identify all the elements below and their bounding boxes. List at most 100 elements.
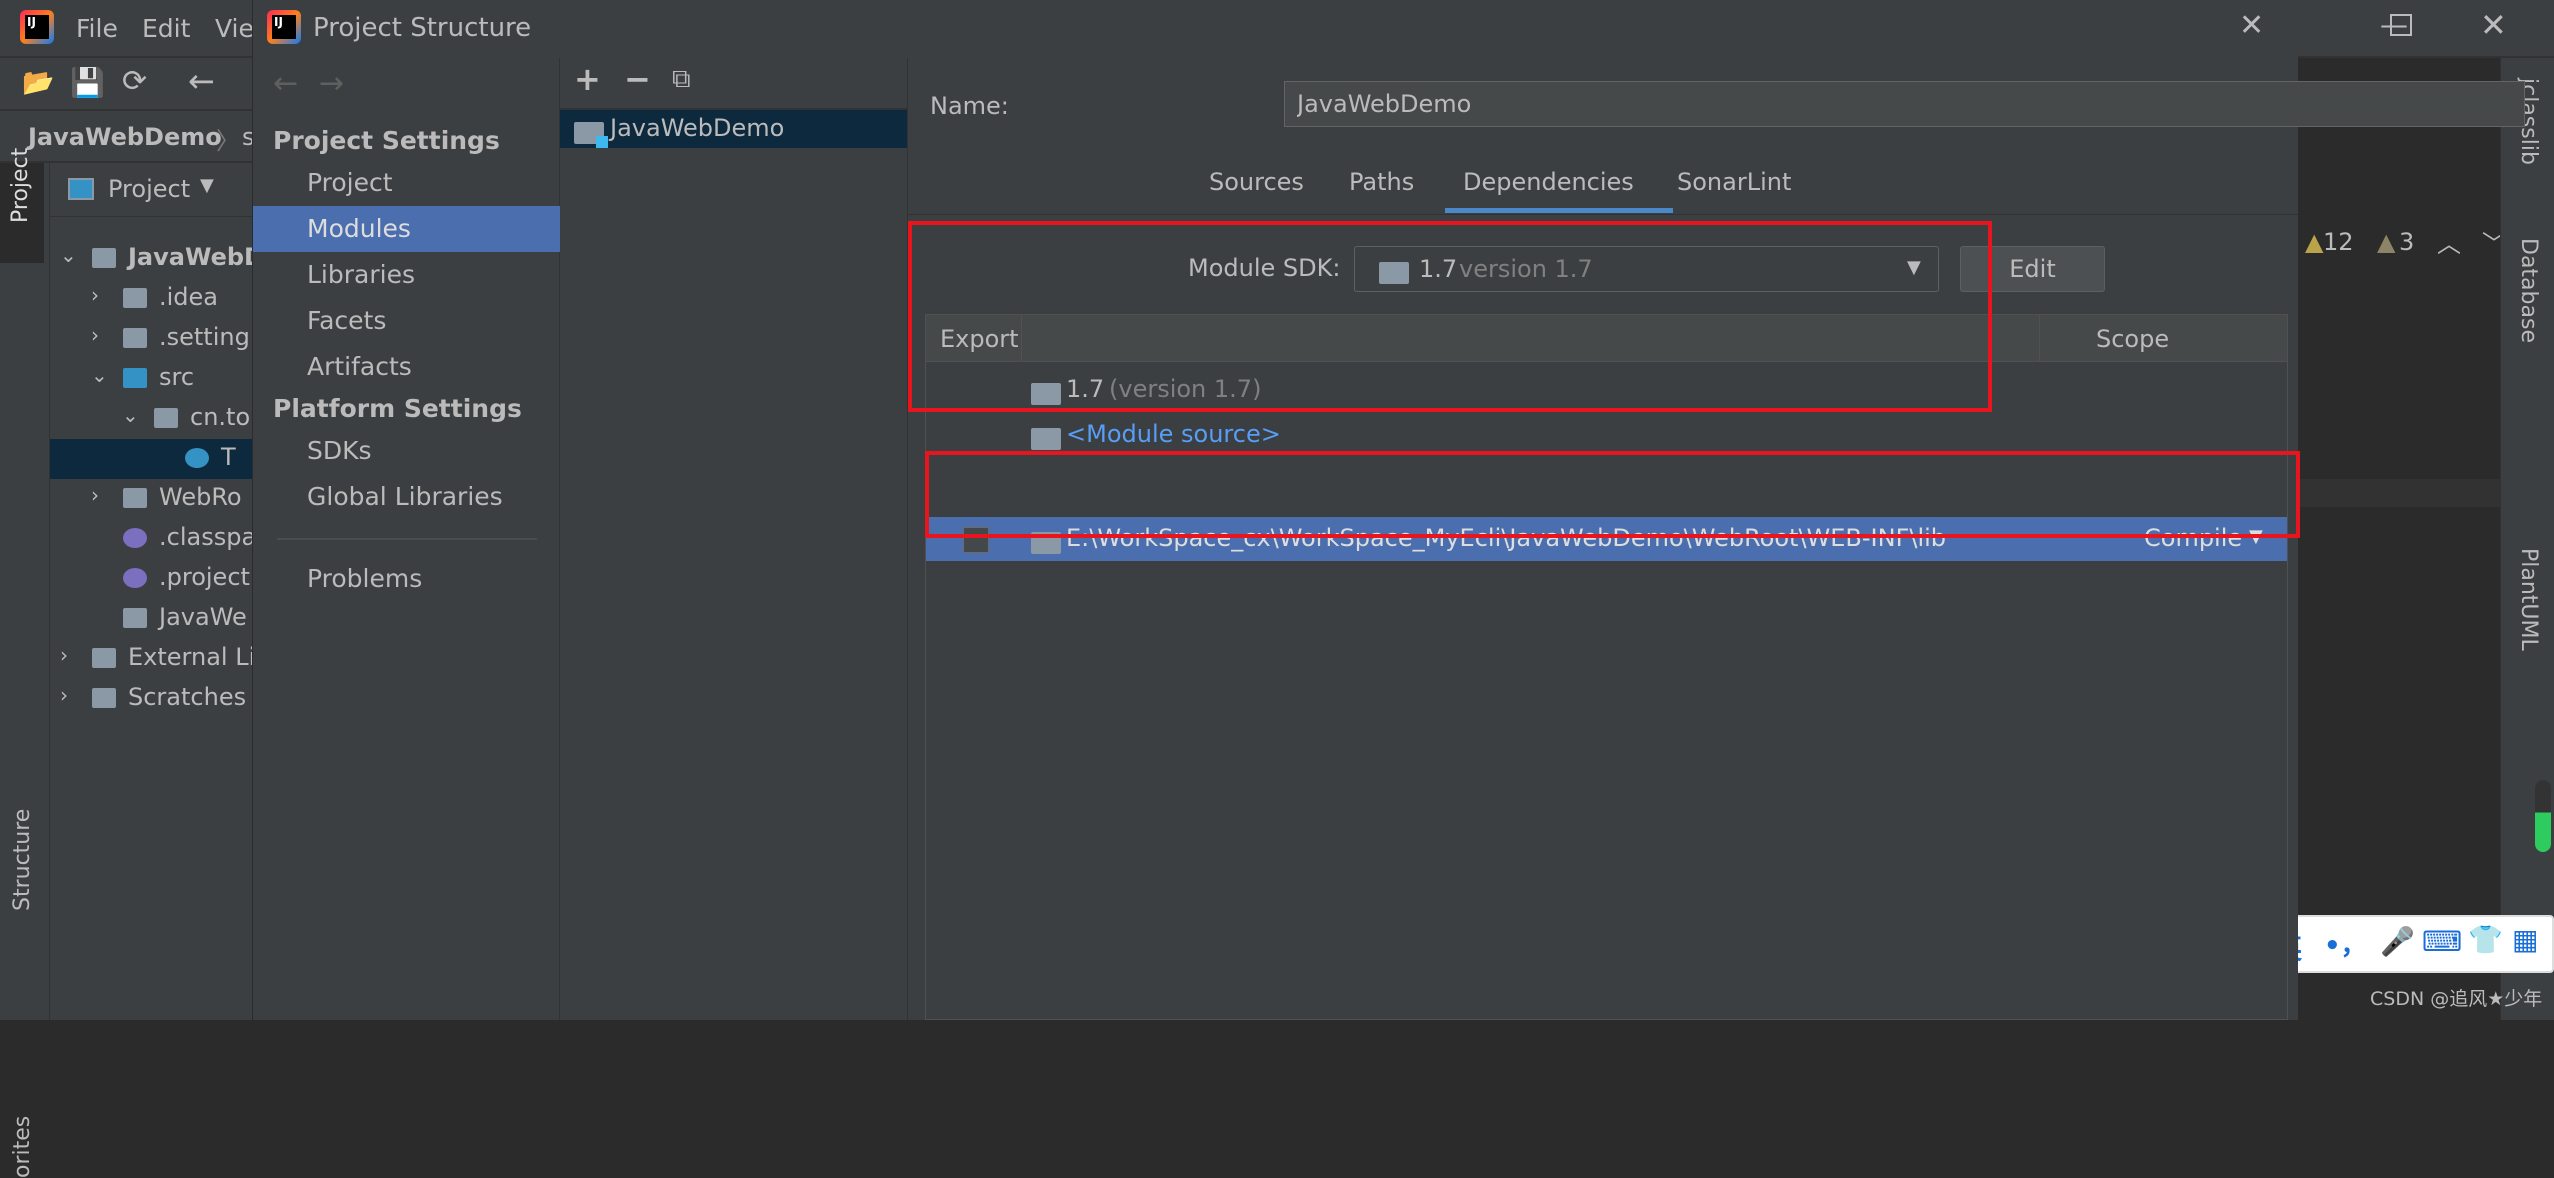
module-item[interactable]: JavaWebDemo bbox=[560, 110, 907, 148]
maximize-button[interactable] bbox=[2390, 14, 2412, 36]
tool-tab-database[interactable]: Database bbox=[2516, 238, 2541, 343]
module-settings: Name: Sources Paths Dependencies SonarLi… bbox=[908, 58, 2525, 1020]
tree-item[interactable]: ⌄ src bbox=[50, 359, 252, 399]
project-view-selector[interactable]: Project ▼ bbox=[50, 163, 252, 217]
tree-item-label: Scratches bbox=[128, 683, 247, 711]
source-folder-icon bbox=[1031, 428, 1061, 450]
tree-item[interactable]: .classpa bbox=[50, 519, 252, 559]
tree-item-label: .classpa bbox=[159, 523, 252, 551]
microphone-icon[interactable]: 🎤 bbox=[2380, 925, 2415, 958]
nav-item-project[interactable]: Project bbox=[253, 160, 560, 206]
chevron-right-icon[interactable]: › bbox=[60, 683, 68, 707]
nav-item-sdks[interactable]: SDKs bbox=[253, 428, 560, 474]
tab-sonarlint[interactable]: SonarLint bbox=[1677, 168, 1791, 196]
chevron-down-icon[interactable]: ⌄ bbox=[122, 403, 139, 427]
weak-warning-count[interactable]: 3 bbox=[2399, 228, 2414, 256]
tool-tab-project[interactable]: Project bbox=[8, 148, 33, 223]
tab-sources[interactable]: Sources bbox=[1209, 168, 1304, 196]
ime-punctuation[interactable]: •， bbox=[2324, 925, 2367, 962]
project-view-icon bbox=[68, 178, 94, 200]
module-name-input[interactable] bbox=[1284, 81, 2525, 127]
tree-item-label: WebRo bbox=[159, 483, 242, 511]
class-icon bbox=[185, 448, 209, 468]
tree-item[interactable]: T bbox=[50, 439, 252, 479]
src-icon bbox=[123, 368, 147, 388]
breadcrumb-project[interactable]: JavaWebDemo bbox=[28, 123, 222, 151]
column-scope[interactable]: Scope bbox=[2096, 325, 2169, 353]
tree-item[interactable]: › .idea bbox=[50, 279, 252, 319]
tree-item[interactable]: ⌄ JavaWebD bbox=[50, 239, 252, 279]
nav-forward-icon[interactable]: → bbox=[319, 66, 344, 101]
tool-tab-structure[interactable]: Structure bbox=[10, 809, 35, 911]
table-row[interactable]: <Module source> bbox=[926, 415, 2287, 455]
chevron-right-icon[interactable]: › bbox=[60, 643, 68, 667]
remove-module-icon[interactable]: − bbox=[624, 60, 651, 98]
right-tool-strip: jclasslib Database PlantUML bbox=[2500, 58, 2554, 1020]
eclipse-icon bbox=[123, 568, 147, 588]
open-icon[interactable]: 📂 bbox=[22, 68, 54, 98]
nav-item-modules[interactable]: Modules bbox=[253, 206, 560, 252]
nav-item-libraries[interactable]: Libraries bbox=[253, 252, 560, 298]
modules-pane: + − ⧉ JavaWebDemo bbox=[560, 58, 908, 1020]
menu-file[interactable]: File bbox=[76, 14, 118, 43]
chevron-down-icon[interactable]: ⌄ bbox=[60, 243, 77, 267]
keyboard-icon[interactable]: ⌨ bbox=[2422, 925, 2462, 958]
tree-item[interactable]: › WebRo bbox=[50, 479, 252, 519]
nav-item-problems[interactable]: Problems bbox=[253, 556, 560, 602]
nav-heading-project-settings: Project Settings bbox=[273, 126, 500, 155]
warning-icon: ▲ bbox=[2305, 228, 2324, 256]
add-module-icon[interactable]: + bbox=[574, 60, 601, 98]
tab-paths[interactable]: Paths bbox=[1349, 168, 1414, 196]
caret-line bbox=[2297, 479, 2528, 507]
tool-tab-favorites[interactable]: orites bbox=[10, 1116, 35, 1178]
tab-dependencies[interactable]: Dependencies bbox=[1463, 168, 1634, 196]
toolbox-icon[interactable]: ▦ bbox=[2512, 923, 2538, 956]
tool-tab-plantuml[interactable]: PlantUML bbox=[2516, 548, 2541, 651]
folder-icon bbox=[123, 328, 147, 348]
module-name: JavaWebDemo bbox=[610, 114, 785, 142]
library-icon bbox=[92, 648, 116, 668]
eclipse-icon bbox=[123, 528, 147, 548]
copy-module-icon[interactable]: ⧉ bbox=[672, 64, 691, 95]
annotation-box-library bbox=[925, 451, 2300, 538]
tree-item-label: src bbox=[159, 363, 195, 391]
memory-indicator bbox=[2535, 780, 2551, 852]
project-tool-window: Project ▼ ⌄ JavaWebD › .idea › .setting ⌄ s… bbox=[50, 163, 252, 1020]
tree-item[interactable]: JavaWe bbox=[50, 599, 252, 639]
chevron-down-icon: ▼ bbox=[200, 175, 214, 196]
save-icon[interactable]: 💾 bbox=[70, 66, 105, 99]
dialog-close-button[interactable]: ✕ bbox=[2239, 8, 2264, 43]
breadcrumb: JavaWebDemo 〉 s bbox=[0, 111, 255, 163]
name-label: Name: bbox=[930, 92, 1009, 120]
breadcrumb-separator: 〉 bbox=[216, 127, 240, 155]
prev-problem-icon[interactable]: ︿ bbox=[2437, 224, 2461, 259]
nav-item-artifacts[interactable]: Artifacts bbox=[253, 344, 560, 390]
sync-icon[interactable]: ⟳ bbox=[122, 64, 147, 99]
nav-item-global-libraries[interactable]: Global Libraries bbox=[253, 474, 560, 520]
settings-nav: ← → Project Settings Project Modules Lib… bbox=[253, 58, 560, 1020]
menu-edit[interactable]: Edit bbox=[142, 14, 190, 43]
tree-item[interactable]: › Scratches bbox=[50, 679, 252, 719]
tree-item-label: .project bbox=[159, 563, 250, 591]
chevron-right-icon[interactable]: › bbox=[91, 483, 99, 507]
tree-item[interactable]: ⌄ cn.to bbox=[50, 399, 252, 439]
watermark: CSDN @追风★少年 bbox=[2370, 988, 2543, 1010]
chevron-down-icon[interactable]: ⌄ bbox=[91, 363, 108, 387]
skin-icon[interactable]: 👕 bbox=[2468, 923, 2503, 956]
chevron-right-icon[interactable]: › bbox=[91, 323, 99, 347]
back-icon[interactable]: ← bbox=[188, 62, 215, 100]
chevron-right-icon[interactable]: › bbox=[91, 283, 99, 307]
warning-count[interactable]: 12 bbox=[2323, 228, 2354, 256]
tree-item[interactable]: .project bbox=[50, 559, 252, 599]
tree-item[interactable]: › External Li bbox=[50, 639, 252, 679]
intellij-logo: IJ bbox=[20, 10, 54, 44]
dependencies-table: Export Scope 1.7 (version 1.7) <Module s… bbox=[925, 314, 2288, 1020]
tree-item-label: T bbox=[221, 443, 236, 471]
tree-item[interactable]: › .setting bbox=[50, 319, 252, 359]
close-window-button[interactable]: ✕ bbox=[2480, 6, 2507, 44]
tree-item-label: cn.to bbox=[190, 403, 251, 431]
nav-item-facets[interactable]: Facets bbox=[253, 298, 560, 344]
nav-back-icon[interactable]: ← bbox=[273, 66, 298, 101]
intellij-logo: IJ bbox=[267, 10, 301, 44]
dialog-title: Project Structure bbox=[313, 13, 532, 43]
